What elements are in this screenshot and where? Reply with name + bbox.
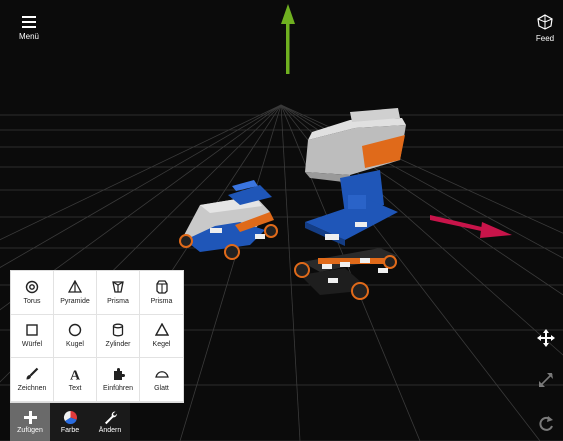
- shape-cube[interactable]: Würfel: [11, 314, 54, 359]
- color-wheel-icon: [63, 410, 77, 425]
- shape-prism[interactable]: Prisma: [97, 271, 140, 315]
- cone-icon: [154, 323, 169, 337]
- sphere-icon: [68, 324, 82, 337]
- feed-button[interactable]: Feed: [530, 14, 560, 43]
- cylinder-icon: [112, 324, 124, 337]
- shape-label: Einführen: [103, 385, 133, 393]
- shape-prism-hex[interactable]: Prisma: [140, 271, 183, 315]
- svg-text:A: A: [70, 369, 81, 382]
- prism-hex-icon: [155, 280, 168, 294]
- color-button[interactable]: Farbe: [50, 403, 90, 441]
- import-icon: [114, 368, 125, 381]
- pyramid-icon: [68, 279, 82, 293]
- shape-label: Glatt: [154, 385, 169, 393]
- text-icon: A: [70, 369, 81, 382]
- cube-icon: [26, 324, 38, 337]
- shape-label: Prisma: [150, 297, 173, 305]
- bottom-toolbar: Zufügen Farbe Ändern: [10, 403, 130, 441]
- shape-label: Kugel: [66, 341, 84, 349]
- feed-label: Feed: [535, 34, 555, 43]
- scale-icon[interactable]: [536, 370, 556, 390]
- modify-label: Ändern: [98, 427, 122, 434]
- shape-label: Kegel: [152, 341, 171, 349]
- shape-draw[interactable]: Zeichnen: [11, 358, 54, 402]
- torus-icon: [25, 280, 39, 294]
- wrench-icon: [104, 411, 117, 425]
- shape-panel: Torus Pyramide Prisma Prisma Würfel Kuge…: [10, 270, 184, 403]
- menu-label: Menü: [18, 32, 39, 41]
- color-label: Farbe: [60, 427, 80, 434]
- shape-cylinder[interactable]: Zylinder: [97, 314, 140, 359]
- shape-torus[interactable]: Torus: [11, 271, 54, 315]
- shape-label: Torus: [23, 297, 41, 305]
- shape-label: Text: [68, 385, 82, 393]
- shape-text[interactable]: A Text: [54, 358, 97, 402]
- shape-pyramid[interactable]: Pyramide: [54, 271, 97, 315]
- shape-smooth[interactable]: Glatt: [140, 358, 183, 402]
- move-icon[interactable]: [536, 328, 556, 348]
- shape-label: Pyramide: [60, 297, 90, 305]
- polyhedron-icon: [537, 14, 553, 30]
- shape-label: Zylinder: [105, 341, 131, 349]
- shape-label: Würfel: [21, 341, 43, 349]
- shape-sphere[interactable]: Kugel: [54, 314, 97, 359]
- rotate-icon[interactable]: [536, 414, 556, 434]
- shape-import[interactable]: Einführen: [97, 358, 140, 402]
- menu-button[interactable]: Menü: [14, 16, 44, 41]
- brush-icon: [26, 367, 39, 380]
- shape-label: Zeichnen: [17, 385, 47, 393]
- plus-icon: [23, 411, 37, 424]
- modify-button[interactable]: Ändern: [90, 403, 130, 441]
- shape-label: Prisma: [107, 297, 129, 305]
- add-button[interactable]: Zufügen: [10, 403, 50, 441]
- smooth-icon: [154, 371, 169, 378]
- add-label: Zufügen: [17, 427, 43, 434]
- prism-icon: [112, 281, 124, 293]
- hamburger-icon: [22, 16, 36, 28]
- shape-cone[interactable]: Kegel: [140, 315, 183, 359]
